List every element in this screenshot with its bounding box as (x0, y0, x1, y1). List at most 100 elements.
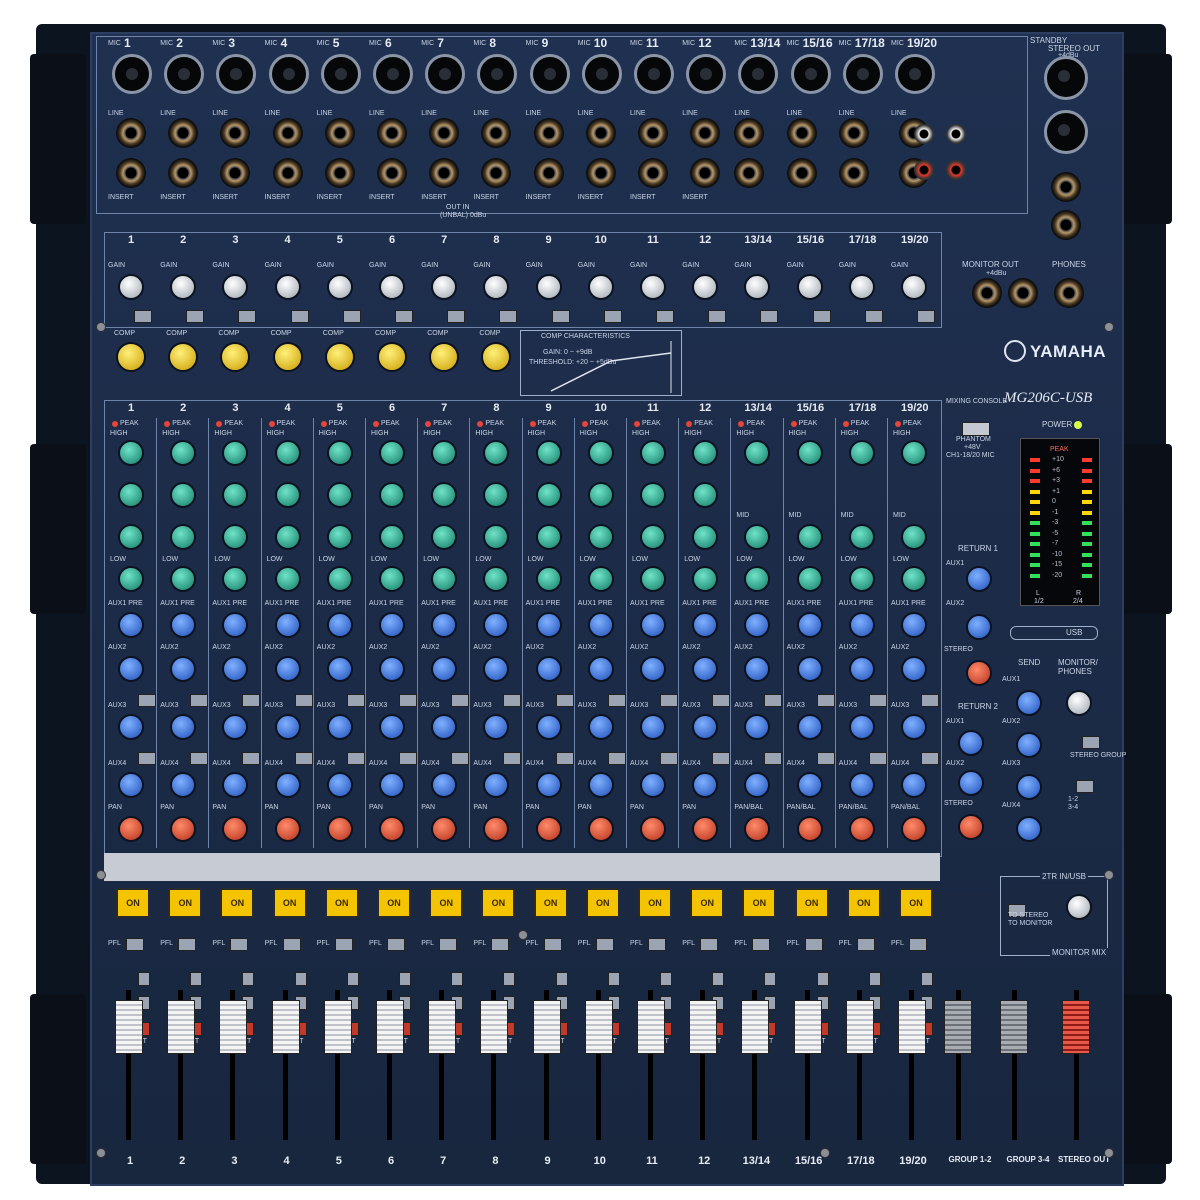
group-12-assign-button[interactable] (660, 972, 672, 986)
aux3-knob[interactable] (431, 714, 458, 740)
aux2-knob[interactable] (587, 656, 614, 682)
insert-jack[interactable] (168, 158, 199, 188)
pfl-button[interactable] (334, 938, 353, 951)
channel-on-button[interactable]: ON (116, 888, 150, 918)
comp-knob[interactable] (377, 342, 407, 372)
aux4-pre-button[interactable] (138, 752, 156, 765)
aux4-knob[interactable] (118, 772, 144, 798)
aux3-knob[interactable] (379, 714, 405, 740)
channel-on-button[interactable]: ON (168, 888, 203, 918)
stereo-out-jack-r[interactable] (1051, 210, 1081, 240)
aux4-pre-button[interactable] (921, 752, 939, 765)
eq-low-knob[interactable] (692, 566, 719, 592)
return2-stereo-knob[interactable] (958, 814, 984, 840)
channel-on-button[interactable]: ON (324, 888, 359, 918)
eq-high-knob[interactable] (170, 440, 197, 466)
channel-on-button[interactable]: ON (429, 888, 464, 918)
pfl-button[interactable] (804, 938, 823, 951)
comp-knob[interactable] (116, 342, 146, 372)
aux1-knob[interactable] (848, 612, 875, 638)
line-input-jack-l[interactable] (786, 118, 817, 148)
aux4-knob[interactable] (326, 772, 353, 798)
mic-xlr-input[interactable] (790, 54, 831, 94)
return1-aux2-knob[interactable] (966, 614, 992, 640)
line-input-jack[interactable] (533, 118, 564, 148)
aux1-knob[interactable] (118, 612, 144, 638)
group-12-assign-button[interactable] (451, 972, 464, 986)
pad-button[interactable] (186, 310, 205, 323)
line-input-jack[interactable] (168, 118, 199, 148)
aux1-knob[interactable] (796, 612, 823, 638)
group-12-assign-button[interactable] (138, 972, 150, 986)
aux1-knob[interactable] (431, 612, 458, 638)
line-input-jack-r[interactable] (786, 158, 817, 188)
line-input-jack[interactable] (429, 118, 460, 148)
gain-knob[interactable] (587, 274, 614, 300)
pad-button[interactable] (656, 310, 674, 323)
pad-button[interactable] (290, 310, 309, 323)
aux3-knob[interactable] (535, 714, 562, 740)
group-12-assign-button[interactable] (868, 972, 881, 986)
aux4-pre-button[interactable] (503, 752, 522, 765)
aux3-pre-button[interactable] (607, 694, 626, 707)
line-input-jack[interactable] (638, 118, 668, 148)
pfl-button[interactable] (178, 938, 197, 951)
aux2-knob[interactable] (692, 656, 719, 682)
pad-button[interactable] (812, 310, 831, 323)
channel-on-button[interactable]: ON (899, 888, 933, 918)
aux4-knob[interactable] (640, 772, 666, 798)
eq-mid-knob[interactable] (848, 524, 875, 550)
aux2-knob[interactable] (431, 656, 458, 682)
line-input-jack-l[interactable] (838, 118, 869, 148)
pad-button[interactable] (499, 310, 518, 323)
aux3-pre-button[interactable] (138, 694, 156, 707)
aux4-pre-button[interactable] (660, 752, 678, 765)
aux4-pre-button[interactable] (242, 752, 261, 765)
mic-xlr-input[interactable] (895, 54, 935, 94)
channel-fader[interactable] (480, 1000, 509, 1054)
channel-on-button[interactable]: ON (638, 888, 672, 918)
group-12-assign-button[interactable] (712, 972, 725, 986)
pan-knob[interactable] (379, 816, 405, 842)
group-12-assign-button[interactable] (555, 972, 568, 986)
eq-mid-knob[interactable] (379, 524, 405, 550)
channel-fader[interactable] (376, 1000, 404, 1054)
eq-mid-freq-knob[interactable] (170, 482, 197, 508)
insert-jack[interactable] (533, 158, 564, 188)
mic-xlr-input[interactable] (425, 54, 466, 94)
eq-high-knob[interactable] (587, 440, 614, 466)
insert-jack[interactable] (272, 158, 303, 188)
aux4-knob[interactable] (587, 772, 614, 798)
aux2-knob[interactable] (274, 656, 301, 682)
line-input-jack-r[interactable] (838, 158, 869, 188)
eq-low-knob[interactable] (796, 566, 823, 592)
aux2-knob[interactable] (535, 656, 562, 682)
return2-aux2-knob[interactable] (958, 770, 984, 796)
line-input-jack[interactable] (116, 118, 146, 148)
channel-on-button[interactable]: ON (585, 888, 620, 918)
two-track-rca-jack[interactable] (946, 160, 966, 180)
insert-jack[interactable] (585, 158, 616, 188)
mic-xlr-input[interactable] (268, 54, 309, 94)
eq-low-knob[interactable] (848, 566, 875, 592)
group-12-assign-button[interactable] (242, 972, 255, 986)
pan-knob[interactable] (431, 816, 458, 842)
channel-fader[interactable] (428, 1000, 457, 1054)
aux3-knob[interactable] (848, 714, 875, 740)
stereo-out-fader[interactable] (1062, 1000, 1090, 1054)
group-12-assign-button[interactable] (346, 972, 359, 986)
group-12-assign-button[interactable] (816, 972, 829, 986)
eq-mid-freq-knob[interactable] (379, 482, 405, 508)
line-input-jack[interactable] (377, 118, 407, 148)
eq-high-knob[interactable] (692, 440, 719, 466)
group-1-2-fader[interactable] (944, 1000, 972, 1054)
group-12-assign-button[interactable] (764, 972, 777, 986)
aux3-knob[interactable] (796, 714, 823, 740)
pfl-button[interactable] (752, 938, 771, 951)
aux4-knob[interactable] (901, 772, 927, 798)
aux3-pre-button[interactable] (868, 694, 887, 707)
aux1-knob[interactable] (901, 612, 927, 638)
aux1-knob[interactable] (170, 612, 197, 638)
aux3-pre-button[interactable] (190, 694, 209, 707)
gain-knob[interactable] (848, 274, 875, 300)
